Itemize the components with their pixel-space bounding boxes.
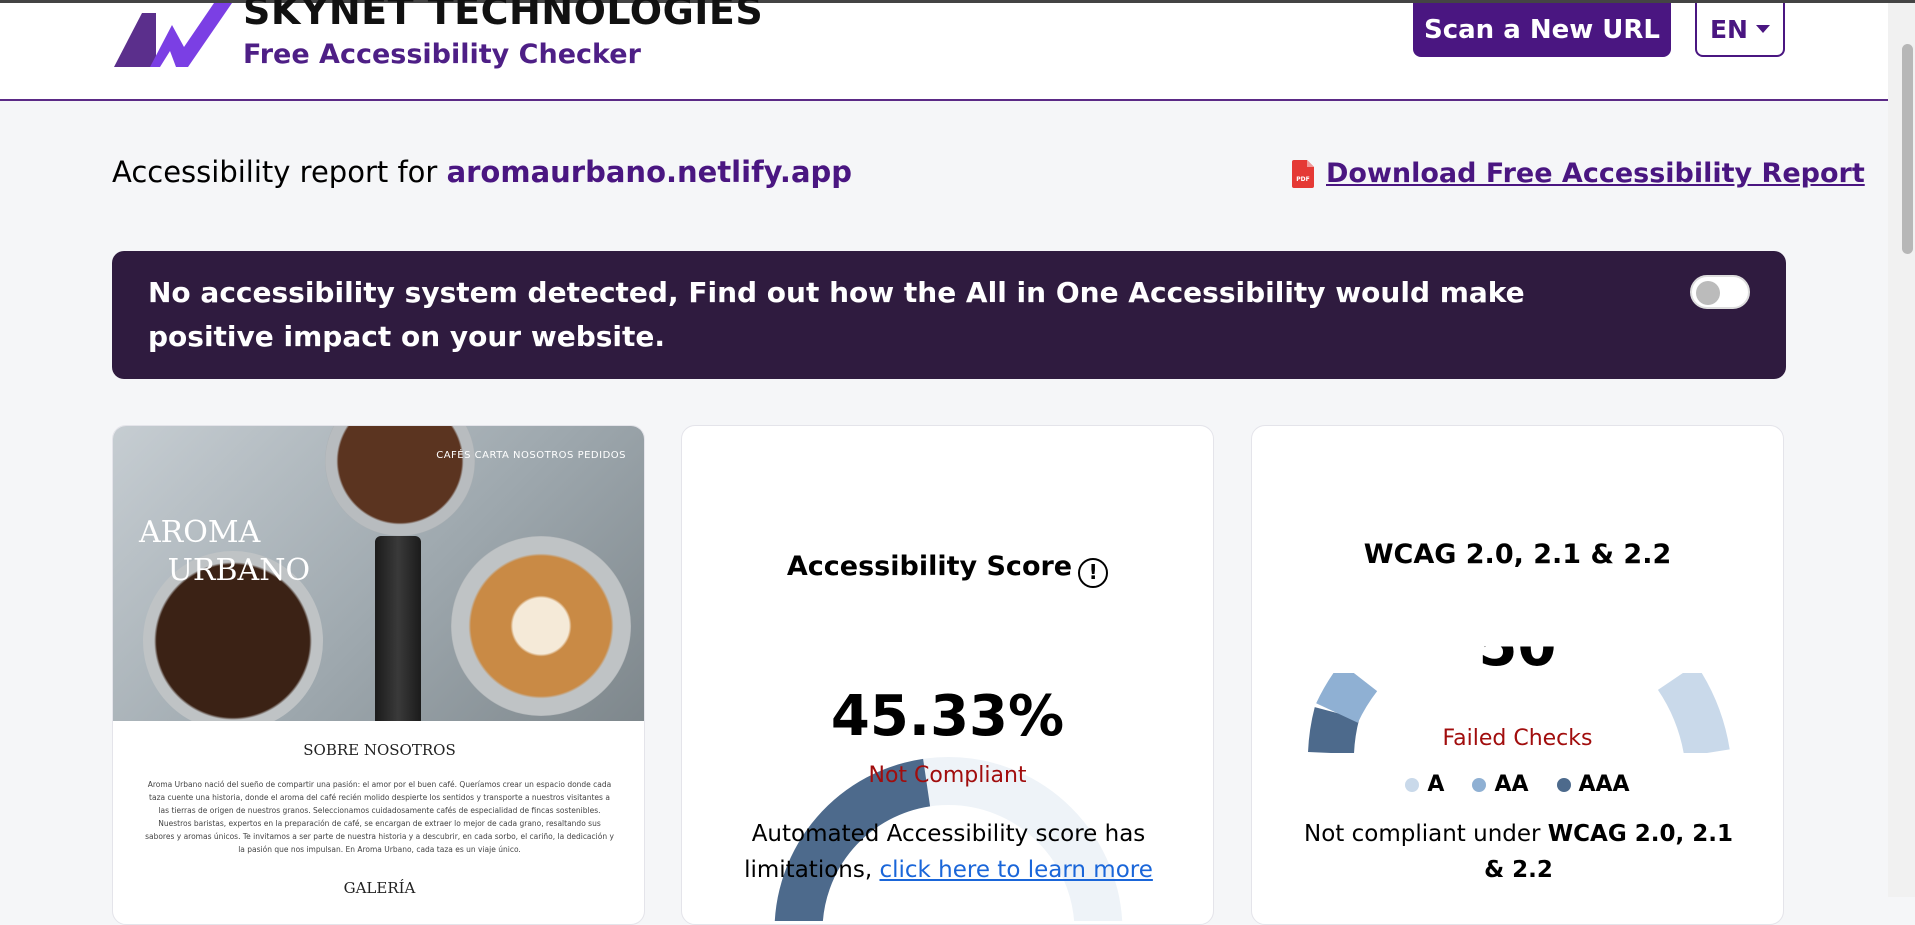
portafilter-handle xyxy=(375,536,421,721)
website-preview-card: CAFÉS CARTA NOSOTROS PEDIDOS AROMA URBAN… xyxy=(112,425,645,925)
score-title-label: Accessibility Score xyxy=(786,551,1073,582)
report-title: Accessibility report for aromaurbano.net… xyxy=(112,155,852,189)
scrollbar-thumb[interactable] xyxy=(1902,44,1913,254)
legend-dot-a xyxy=(1405,777,1420,792)
wcag-legend: A AA AAA xyxy=(1252,772,1783,797)
pdf-file-icon: PDF xyxy=(1292,159,1314,188)
legend-label-aa: AA xyxy=(1494,772,1529,797)
score-title: Accessibility Score! xyxy=(682,551,1213,588)
preview-nav: CAFÉS CARTA NOSOTROS PEDIDOS xyxy=(436,450,626,461)
language-label: EN xyxy=(1709,14,1748,44)
banner-text: No accessibility system detected, Find o… xyxy=(148,276,1525,353)
legend-item-aaa: AAA xyxy=(1556,772,1630,797)
score-status: Not Compliant xyxy=(868,763,1027,788)
info-icon[interactable]: ! xyxy=(1078,558,1109,588)
accessibility-score-card: Accessibility Score! 45.33% Not Complian… xyxy=(681,425,1214,925)
wcag-note-text: Not compliant under xyxy=(1304,821,1541,847)
chevron-down-icon xyxy=(1756,25,1770,33)
brand-subtitle: Free Accessibility Checker xyxy=(243,39,641,70)
legend-label-a: A xyxy=(1427,772,1445,797)
no-accessibility-banner: No accessibility system detected, Find o… xyxy=(112,251,1786,379)
wcag-title: WCAG 2.0, 2.1 & 2.2 xyxy=(1363,539,1672,570)
legend-item-a: A xyxy=(1405,772,1444,797)
preview-paragraph: Aroma Urbano nació del sueño de comparti… xyxy=(145,780,614,854)
legend-dot-aaa xyxy=(1556,777,1571,792)
failed-checks-count: 50 xyxy=(1478,614,1557,680)
brand-name: SKYNET TECHNOLOGIES xyxy=(243,0,764,33)
language-selector[interactable]: EN xyxy=(1695,3,1785,57)
score-value: 45.33% xyxy=(830,684,1065,749)
wcag-gauge-aa xyxy=(1316,673,1378,724)
skynet-logo-icon[interactable] xyxy=(110,3,232,73)
learn-more-link[interactable]: click here to learn more xyxy=(879,857,1152,883)
website-preview-hero: CAFÉS CARTA NOSOTROS PEDIDOS AROMA URBAN… xyxy=(113,426,644,721)
download-report-label[interactable]: Download Free Accessibility Report xyxy=(1326,158,1865,189)
accessibility-toggle[interactable] xyxy=(1690,275,1750,309)
latte-art-cup xyxy=(451,536,631,716)
report-domain: aromaurbano.netlify.app xyxy=(446,155,853,189)
svg-text:PDF: PDF xyxy=(1296,176,1309,183)
failed-checks-label: Failed Checks xyxy=(1442,726,1593,751)
wcag-card: WCAG 2.0, 2.1 & 2.2 50 Failed Checks A A… xyxy=(1251,425,1784,925)
legend-item-aa: AA xyxy=(1472,772,1529,797)
toggle-knob xyxy=(1696,281,1720,305)
score-note: Automated Accessibility score has limita… xyxy=(702,816,1195,888)
legend-label-aaa: AAA xyxy=(1578,772,1630,797)
scan-new-url-button[interactable]: Scan a New URL xyxy=(1413,3,1671,57)
preview-hero-title: AROMA URBANO xyxy=(139,515,311,588)
preview-section-title: SOBRE NOSOTROS xyxy=(303,741,456,759)
ground-coffee-portafilter xyxy=(325,426,475,536)
report-title-prefix: Accessibility report for xyxy=(112,155,438,189)
preview-gallery-title: GALERÍA xyxy=(343,879,416,897)
site-header: SKYNET TECHNOLOGIES Free Accessibility C… xyxy=(0,0,1888,101)
wcag-note: Not compliant under WCAG 2.0, 2.1 & 2.2 xyxy=(1292,816,1745,888)
legend-dot-aa xyxy=(1472,777,1487,792)
download-report-link[interactable]: PDF Download Free Accessibility Report xyxy=(1292,158,1865,189)
